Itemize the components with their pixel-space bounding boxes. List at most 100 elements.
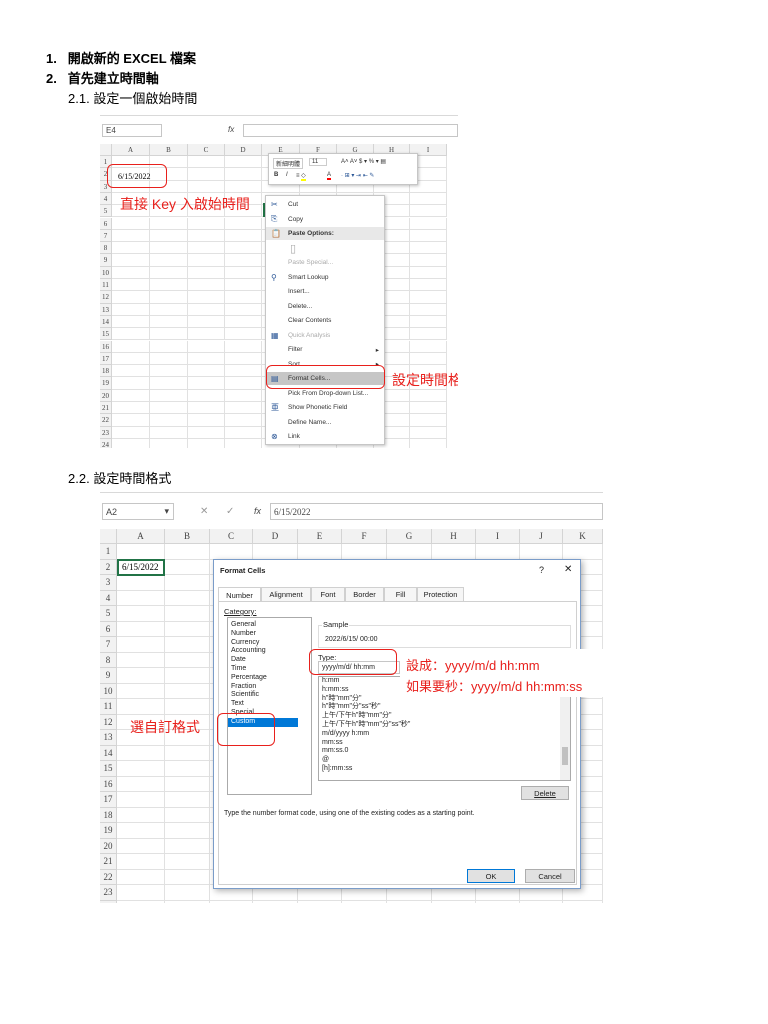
cell[interactable] [253, 900, 298, 903]
cell[interactable] [188, 168, 225, 181]
menu-item-clear-contents[interactable]: Clear Contents [266, 314, 384, 327]
cell[interactable] [165, 792, 210, 808]
cell[interactable] [165, 745, 210, 761]
cell[interactable] [410, 389, 447, 402]
cell[interactable] [150, 254, 188, 267]
row-header[interactable]: 2 [100, 559, 117, 575]
category-item[interactable]: Date [228, 656, 311, 665]
menu-item-paste-options[interactable]: 📋 Paste Options: [266, 227, 384, 240]
cell[interactable] [117, 854, 165, 870]
cell[interactable] [410, 291, 447, 304]
font-buttons-icon[interactable]: A˄ A˅ $ ▾ % ▾ ▤ [341, 158, 386, 165]
row-header[interactable]: 10 [100, 266, 112, 279]
type-list-item[interactable]: h"時"mm"分"ss"秒" [319, 703, 570, 712]
cell[interactable] [117, 683, 165, 699]
cell[interactable] [117, 900, 165, 903]
column-header[interactable]: C [210, 529, 253, 544]
align-fill-icon[interactable]: ≡ ◇ [296, 172, 306, 181]
cell[interactable] [165, 807, 210, 823]
cell[interactable] [112, 315, 150, 329]
cell[interactable] [117, 621, 165, 637]
column-header[interactable]: A [117, 529, 165, 544]
row-header[interactable]: 5 [100, 205, 112, 218]
row-header[interactable]: 19 [100, 377, 112, 390]
row-header[interactable]: 4 [100, 590, 117, 606]
cell[interactable] [225, 242, 262, 255]
cell[interactable] [188, 156, 225, 169]
cell[interactable] [150, 389, 188, 402]
cell[interactable] [112, 328, 150, 341]
cell[interactable] [117, 869, 165, 885]
cell[interactable] [410, 426, 447, 439]
menu-item-filter[interactable]: Filter ▸ [266, 343, 384, 356]
cell[interactable] [225, 340, 262, 353]
cell[interactable] [410, 217, 447, 230]
row-header[interactable]: 9 [100, 254, 112, 267]
row-header[interactable]: 17 [100, 792, 117, 808]
cell[interactable] [165, 776, 210, 792]
cell[interactable] [112, 389, 150, 402]
formula-input[interactable] [243, 124, 458, 137]
tab-alignment[interactable]: Alignment [261, 587, 311, 601]
cell[interactable] [165, 652, 210, 668]
row-header[interactable]: 3 [100, 575, 117, 591]
category-item[interactable]: Scientific [228, 691, 311, 700]
row-header[interactable]: 10 [100, 683, 117, 699]
cell[interactable] [188, 365, 225, 378]
row-header[interactable]: 5 [100, 606, 117, 622]
font-select[interactable]: 新細明體 [273, 158, 304, 169]
menu-item-define-name[interactable]: Define Name... [266, 416, 384, 429]
cell[interactable] [410, 229, 447, 243]
menu-item-show-phonetic-field[interactable]: 亜 Show Phonetic Field [266, 401, 384, 414]
cell[interactable] [112, 303, 150, 316]
row-header[interactable]: 23 [100, 426, 112, 439]
cell[interactable] [225, 180, 262, 193]
cell[interactable] [188, 291, 225, 304]
type-list-item[interactable]: 上午/下午h"時"mm"分" [319, 712, 570, 721]
row-header[interactable]: 11 [100, 279, 112, 292]
cell[interactable] [165, 668, 210, 684]
column-header[interactable]: B [165, 529, 210, 544]
cell[interactable] [225, 426, 262, 439]
cell[interactable] [298, 544, 342, 560]
cell[interactable] [410, 352, 447, 366]
cell[interactable] [410, 438, 447, 448]
cell[interactable] [342, 544, 387, 560]
cell[interactable] [112, 438, 150, 448]
cell[interactable] [150, 365, 188, 378]
cell[interactable] [165, 838, 210, 854]
cell[interactable] [225, 217, 262, 230]
tab-number[interactable]: Number [218, 587, 261, 602]
cell[interactable] [165, 606, 210, 622]
formula-input[interactable]: 6/15/2022 [270, 503, 603, 520]
row-header[interactable]: 12 [100, 291, 112, 304]
menu-item-paste-icon[interactable]: ▯ [266, 242, 384, 255]
cell[interactable] [165, 761, 210, 777]
cell[interactable] [225, 291, 262, 304]
cell[interactable] [225, 328, 262, 341]
menu-item-cut[interactable]: ✂ Cut [266, 198, 384, 211]
cell[interactable] [410, 242, 447, 255]
cell[interactable] [117, 668, 165, 684]
ok-button[interactable]: OK [467, 869, 515, 883]
border-format-icons[interactable]: · ⊞ ▾ ⇥ ⇤ ✎ [341, 172, 374, 179]
select-all-corner[interactable] [100, 529, 117, 544]
type-list-item[interactable]: 上午/下午h"時"mm"分"ss"秒" [319, 721, 570, 730]
row-header[interactable]: 15 [100, 328, 112, 341]
column-header[interactable]: D [253, 529, 298, 544]
cell[interactable] [188, 242, 225, 255]
cell[interactable] [150, 438, 188, 448]
cell[interactable] [410, 266, 447, 279]
cell[interactable] [225, 156, 262, 169]
tab-border[interactable]: Border [345, 587, 384, 601]
category-item[interactable]: Percentage [228, 674, 311, 683]
cell[interactable] [112, 242, 150, 255]
row-header[interactable]: 22 [100, 869, 117, 885]
row-header[interactable]: 13 [100, 303, 112, 316]
cell[interactable] [225, 279, 262, 292]
cell[interactable] [165, 683, 210, 699]
row-header[interactable]: 24 [100, 900, 117, 903]
select-all-corner[interactable] [100, 144, 112, 156]
cell[interactable] [117, 776, 165, 792]
column-header[interactable]: H [432, 529, 476, 544]
